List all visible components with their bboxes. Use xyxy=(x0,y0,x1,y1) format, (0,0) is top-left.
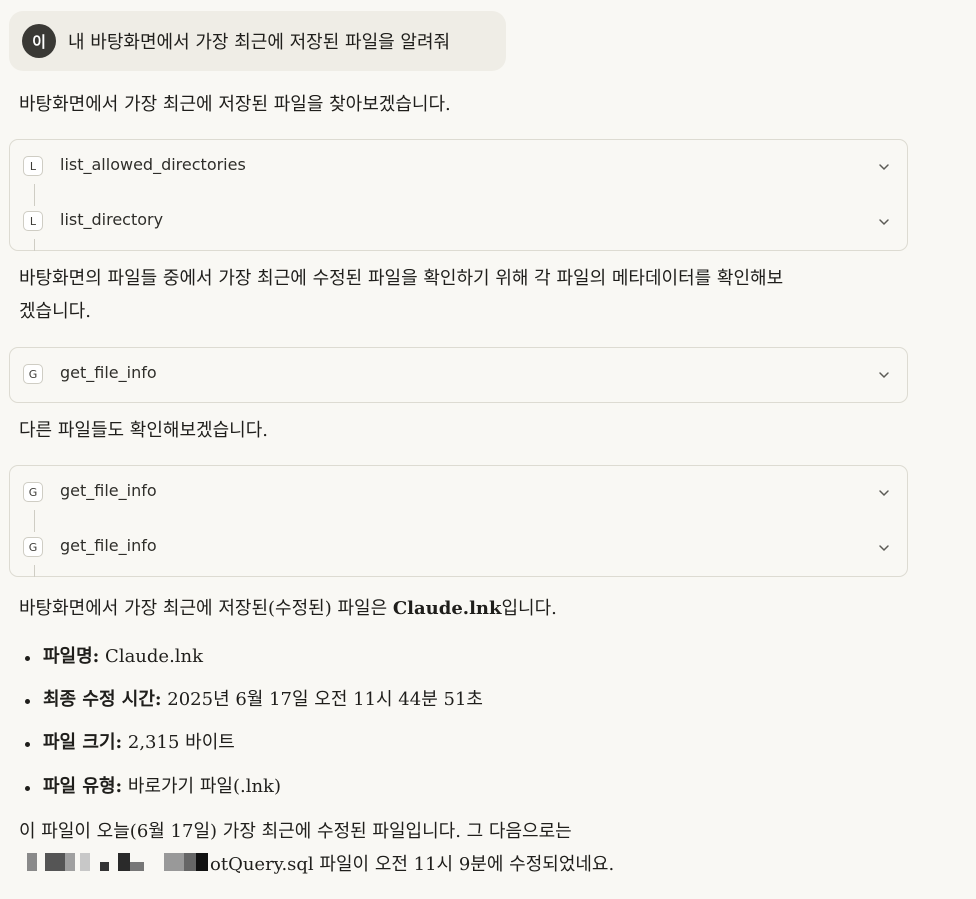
assistant-text-1: 바탕화면에서 가장 최근에 저장된 파일을 찾아보겠습니다. xyxy=(19,94,451,115)
fact-value: Claude.lnk xyxy=(99,646,204,667)
fact-value: 2025년 6월 17일 오전 11시 44분 51초 xyxy=(161,689,483,710)
assistant-text-2-line2: 겠습니다. xyxy=(19,301,91,322)
tool-connector xyxy=(34,510,35,532)
chevron-down-icon[interactable] xyxy=(877,368,891,382)
tool-name: get_file_info xyxy=(60,481,157,500)
list-item: 파일 크기: 2,315 바이트 xyxy=(25,730,235,756)
list-item: 최종 수정 시간: 2025년 6월 17일 오전 11시 44분 51초 xyxy=(25,687,483,713)
redaction-block xyxy=(45,853,65,871)
redaction-block xyxy=(118,853,130,871)
tool-name: list_allowed_directories xyxy=(60,155,246,174)
tool-connector xyxy=(34,565,35,577)
user-avatar: 이 xyxy=(22,24,56,58)
tool-call-get-file-info[interactable]: G get_file_info xyxy=(10,530,907,566)
tool-letter-icon: L xyxy=(23,156,43,176)
tool-connector xyxy=(34,239,35,251)
assistant-text-3: 다른 파일들도 확인해보겠습니다. xyxy=(19,420,269,441)
summary-text: 바탕화면에서 가장 최근에 저장된(수정된) 파일은 xyxy=(19,598,393,619)
list-item: 파일명: Claude.lnk xyxy=(24,644,204,670)
redaction-block xyxy=(184,853,196,871)
summary-text: 입니다. xyxy=(501,598,557,619)
summary-filename: Claude.lnk xyxy=(392,598,502,619)
redaction-block xyxy=(80,853,90,871)
tool-call-group-2: G get_file_info xyxy=(9,347,908,403)
chevron-down-icon[interactable] xyxy=(877,541,891,555)
tool-letter-icon: G xyxy=(23,482,43,502)
fact-label: 최종 수정 시간: xyxy=(43,689,162,710)
redaction-block xyxy=(196,853,208,871)
tool-call-get-file-info[interactable]: G get_file_info xyxy=(10,475,907,511)
list-item: 파일 유형: 바로가기 파일(.lnk) xyxy=(25,774,281,800)
tool-call-list-directory[interactable]: L list_directory xyxy=(10,204,907,240)
redaction-block xyxy=(100,862,109,871)
redaction-block xyxy=(130,862,144,871)
chevron-down-icon[interactable] xyxy=(877,215,891,229)
tool-letter-icon: G xyxy=(23,537,43,557)
tool-call-group-1: L list_allowed_directories L list_direct… xyxy=(9,139,908,251)
assistant-text-2-line1: 바탕화면의 파일들 중에서 가장 최근에 수정된 파일을 확인하기 위해 각 파… xyxy=(19,268,784,289)
fact-label: 파일 크기: xyxy=(43,732,123,753)
user-message-text: 내 바탕화면에서 가장 최근에 저장된 파일을 알려줘 xyxy=(68,32,451,53)
redaction-block xyxy=(164,853,184,871)
fact-value: 2,315 바이트 xyxy=(122,732,235,753)
fact-label: 파일 유형: xyxy=(43,776,123,797)
tool-name: get_file_info xyxy=(60,536,157,555)
tool-call-list-allowed-directories[interactable]: L list_allowed_directories xyxy=(10,149,907,185)
tool-name: get_file_info xyxy=(60,363,157,382)
fact-value: 바로가기 파일(.lnk) xyxy=(122,776,281,797)
tool-letter-icon: L xyxy=(23,211,43,231)
redaction-block xyxy=(27,853,37,871)
tool-name: list_directory xyxy=(60,210,164,229)
chevron-down-icon[interactable] xyxy=(877,486,891,500)
tool-call-get-file-info[interactable]: G get_file_info xyxy=(10,357,907,393)
assistant-closing-line2: otQuery.sql 파일이 오전 11시 9분에 수정되었네요. xyxy=(210,854,615,875)
tool-letter-icon: G xyxy=(23,364,43,384)
chevron-down-icon[interactable] xyxy=(877,160,891,174)
assistant-closing-line1: 이 파일이 오늘(6월 17일) 가장 최근에 수정된 파일입니다. 그 다음으… xyxy=(19,821,572,842)
redaction-block xyxy=(65,853,75,871)
tool-connector xyxy=(34,184,35,206)
fact-label: 파일명: xyxy=(43,646,100,667)
assistant-summary: 바탕화면에서 가장 최근에 저장된(수정된) 파일은 Claude.lnk입니다… xyxy=(19,592,557,625)
user-message-bubble: 이 내 바탕화면에서 가장 최근에 저장된 파일을 알려줘 xyxy=(9,11,506,71)
tool-call-group-3: G get_file_info G get_file_info xyxy=(9,465,908,577)
